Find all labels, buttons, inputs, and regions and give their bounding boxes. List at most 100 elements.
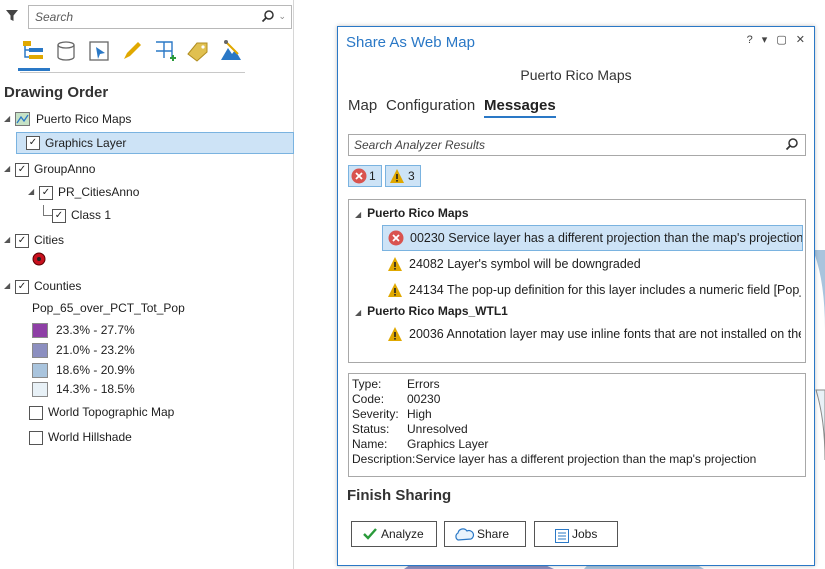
pane-map-name: Puerto Rico Maps	[520, 67, 632, 83]
active-view-underline	[18, 68, 50, 71]
detail-row-severity: Severity: High	[352, 407, 432, 421]
jobs-list-icon	[555, 527, 569, 551]
result-item-warning[interactable]: 24134 The pop-up definition for this lay…	[382, 278, 801, 302]
tree-label: PR_CitiesAnno	[58, 185, 140, 199]
city-point-symbol-icon	[32, 252, 46, 269]
warning-icon	[387, 282, 403, 302]
result-item-warning[interactable]: 20036 Annotation layer may use inline fo…	[382, 322, 801, 346]
layer-visibility-checkbox[interactable]	[29, 431, 43, 445]
warning-icon	[389, 168, 405, 190]
tree-layer-world-topographic[interactable]: World Topographic Map	[2, 402, 290, 422]
contents-view-toolbar	[20, 38, 245, 73]
expand-triangle-icon[interactable]: ◢	[355, 210, 361, 219]
result-group-header[interactable]: ◢ Puerto Rico Maps_WTL1	[355, 304, 508, 318]
list-by-snapping-icon[interactable]	[152, 38, 178, 64]
warning-filter-button[interactable]: 3	[385, 165, 421, 187]
list-by-perspective-imagery-icon[interactable]	[218, 38, 244, 64]
list-by-selection-icon[interactable]	[86, 38, 112, 64]
detail-row-name: Name: Graphics Layer	[352, 437, 489, 451]
search-icon[interactable]	[785, 137, 799, 154]
legend-class-row: 21.0% - 23.2%	[32, 340, 232, 360]
error-icon	[351, 168, 367, 190]
message-details-panel: Type: Errors Code: 00230 Severity: High Sta…	[348, 373, 806, 477]
result-group-header[interactable]: ◢ Puerto Rico Maps	[355, 206, 469, 220]
tree-label: Counties	[34, 279, 82, 293]
analyzer-results-list: ◢ Puerto Rico Maps 00230 Service layer ha…	[348, 199, 806, 363]
expand-triangle-icon[interactable]: ◢	[4, 109, 14, 129]
error-filter-button[interactable]: 1	[348, 165, 382, 187]
tree-connector	[43, 205, 52, 216]
layer-visibility-checkbox[interactable]: ✓	[26, 136, 40, 150]
share-button[interactable]: Share	[444, 521, 526, 547]
detail-row-code: Code: 00230	[352, 392, 441, 406]
list-by-editing-icon[interactable]	[119, 38, 145, 64]
jobs-button[interactable]: Jobs	[534, 521, 618, 547]
result-item-text: 24082 Layer's symbol will be downgraded	[409, 257, 641, 271]
tree-label: Puerto Rico Maps	[36, 112, 132, 126]
legend-class-label: 18.6% - 20.9%	[56, 363, 135, 377]
result-item-warning[interactable]: 24082 Layer's symbol will be downgraded	[382, 252, 801, 276]
contents-pane: Search ⌄ Drawing Order ◢ Puerto Rico Map…	[0, 0, 294, 569]
analyze-label: Analyze	[381, 527, 424, 541]
tree-label: World Hillshade	[48, 430, 132, 444]
tree-label: Class 1	[71, 208, 112, 222]
legend-class-row: 23.3% - 27.7%	[32, 320, 232, 340]
tab-messages[interactable]: Messages	[484, 97, 556, 118]
pane-title: Share As Web Map	[346, 34, 475, 51]
legend-swatch	[32, 382, 48, 397]
tree-label: Cities	[34, 233, 65, 247]
layer-visibility-checkbox[interactable]: ✓	[15, 234, 29, 248]
contents-search-input[interactable]: Search ⌄	[28, 5, 292, 29]
layer-visibility-checkbox[interactable]	[29, 406, 43, 420]
pane-window-controls[interactable]: ? ▾ ▢ ✕	[747, 33, 808, 46]
list-by-data-source-icon[interactable]	[53, 38, 79, 64]
expand-triangle-icon[interactable]: ◢	[4, 159, 14, 179]
tree-layer-pr-citiesanno[interactable]: ◢ ✓ PR_CitiesAnno	[2, 182, 290, 202]
tab-map[interactable]: Map	[348, 97, 377, 114]
detail-row-type: Type: Errors	[352, 377, 440, 391]
warning-icon	[387, 256, 403, 276]
expand-triangle-icon[interactable]: ◢	[355, 308, 361, 317]
expand-triangle-icon[interactable]: ◢	[28, 182, 38, 202]
share-label: Share	[477, 527, 510, 541]
map-icon	[15, 112, 30, 132]
layer-visibility-checkbox[interactable]: ✓	[15, 280, 29, 294]
warning-count: 3	[408, 169, 415, 183]
result-item-text: 24134 The pop-up definition for this lay…	[409, 283, 801, 297]
warning-icon	[387, 326, 403, 346]
search-icon[interactable]	[261, 9, 275, 26]
tree-label: World Topographic Map	[48, 405, 175, 419]
layer-visibility-checkbox[interactable]: ✓	[39, 186, 53, 200]
expand-triangle-icon[interactable]: ◢	[4, 230, 14, 250]
tree-map-puerto-rico[interactable]: ◢ Puerto Rico Maps	[2, 109, 290, 129]
expand-triangle-icon[interactable]: ◢	[4, 276, 14, 296]
tree-layer-counties[interactable]: ◢ ✓ Counties	[2, 276, 290, 296]
layer-visibility-checkbox[interactable]: ✓	[52, 209, 66, 223]
chevron-down-icon[interactable]: ⌄	[278, 11, 286, 22]
result-item-error[interactable]: 00230 Service layer has a different proj…	[382, 225, 803, 251]
tree-layer-cities[interactable]: ◢ ✓ Cities	[2, 230, 290, 250]
filter-icon[interactable]	[5, 9, 19, 26]
tree-label: GroupAnno	[34, 162, 96, 176]
legend-swatch	[32, 363, 48, 378]
result-item-text: 00230 Service layer has a different proj…	[410, 231, 803, 245]
tab-configuration[interactable]: Configuration	[386, 97, 475, 114]
analyzer-search-placeholder: Search Analyzer Results	[354, 138, 485, 152]
tree-class-class1[interactable]: ✓ Class 1	[2, 205, 290, 225]
counties-field-label: Pop_65_over_PCT_Tot_Pop	[32, 301, 185, 315]
tree-label: Graphics Layer	[45, 136, 127, 150]
list-by-labeling-icon[interactable]	[185, 38, 211, 64]
tree-layer-world-hillshade[interactable]: World Hillshade	[2, 427, 290, 447]
detail-row-description: Description:Service layer has a differen…	[352, 452, 757, 466]
checkmark-icon	[362, 526, 378, 550]
result-item-text: 20036 Annotation layer may use inline fo…	[409, 327, 801, 341]
legend-class-label: 14.3% - 18.5%	[56, 382, 135, 396]
analyze-button[interactable]: Analyze	[351, 521, 437, 547]
drawing-order-heading: Drawing Order	[4, 84, 109, 101]
tree-group-groupanno[interactable]: ◢ ✓ GroupAnno	[2, 159, 290, 179]
analyzer-search-input[interactable]: Search Analyzer Results	[348, 134, 806, 156]
layer-visibility-checkbox[interactable]: ✓	[15, 163, 29, 177]
list-by-drawing-order-icon[interactable]	[20, 38, 46, 64]
tree-layer-graphics[interactable]: ✓ Graphics Layer	[16, 132, 294, 154]
legend-swatch	[32, 343, 48, 358]
